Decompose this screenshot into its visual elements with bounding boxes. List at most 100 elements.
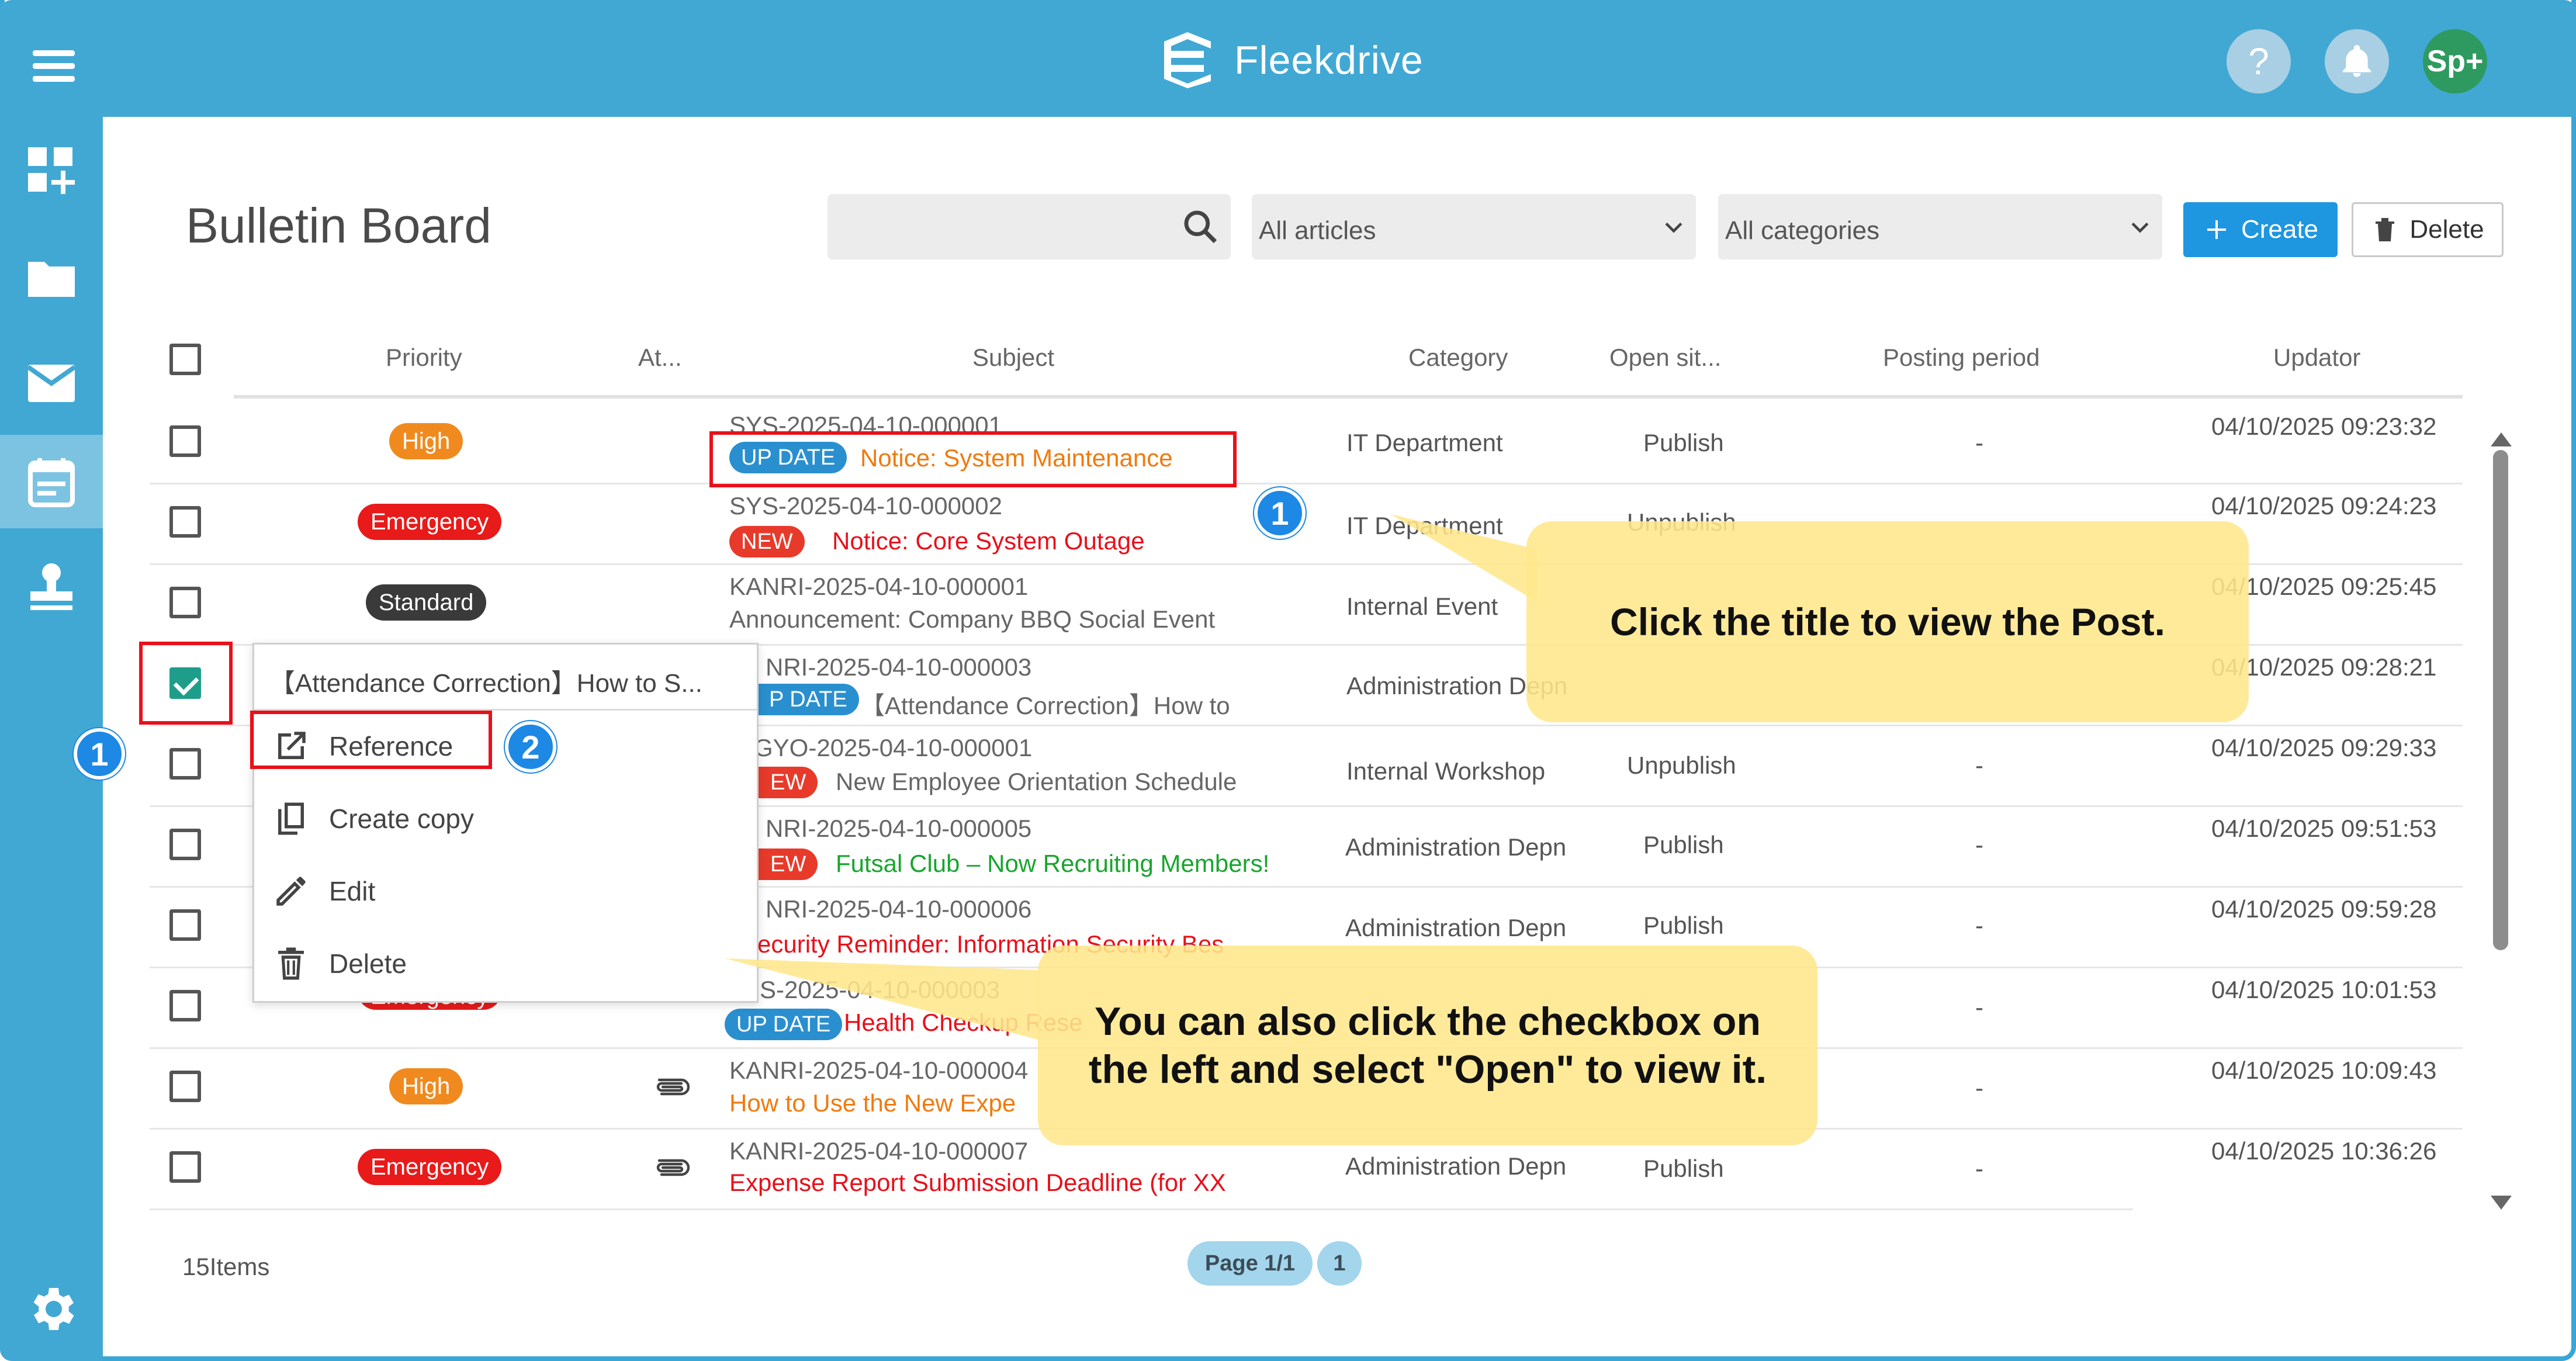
sidebar-item-approval[interactable]: [0, 540, 103, 633]
post-subject-link[interactable]: Expense Report Submission Deadline (for …: [729, 1169, 1226, 1197]
row-checkbox[interactable]: [169, 425, 201, 457]
scroll-down-arrow-icon[interactable]: [2491, 1196, 2512, 1210]
category-filter-value: All categories: [1725, 216, 1880, 245]
menu-item-create-copy[interactable]: Create copy: [272, 795, 474, 842]
callout-pointer: [725, 958, 1040, 1040]
notification-button[interactable]: [2325, 29, 2389, 93]
post-subject-link[interactable]: 【Attendance Correction】How to: [860, 686, 1230, 722]
column-header-subject[interactable]: Subject: [972, 344, 1054, 372]
sidebar-item-bulletin[interactable]: [0, 435, 103, 528]
article-filter-select[interactable]: All articles: [1252, 194, 1696, 259]
page-number-button[interactable]: 1: [1317, 1241, 1362, 1286]
updated-at-cell: 04/10/2025 09:23:32: [2211, 413, 2437, 440]
copy-icon: [278, 802, 304, 835]
stamp-icon: [30, 563, 72, 610]
row-checkbox[interactable]: [169, 587, 201, 618]
folder-icon: [28, 262, 75, 297]
open-status-cell: Unpublish: [1627, 752, 1736, 779]
post-subject-link[interactable]: Notice: Core System Outage: [832, 527, 1145, 555]
posting-period-cell: -: [1975, 1074, 1983, 1102]
context-menu-title: 【Attendance Correction】How to S...: [269, 669, 702, 698]
category-filter-select[interactable]: All categories: [1718, 194, 2162, 259]
search-input[interactable]: [827, 194, 1231, 259]
menu-item-delete[interactable]: Delete: [272, 940, 407, 987]
scrollbar-thumb[interactable]: [2493, 450, 2508, 950]
updated-at-cell: 04/10/2025 09:24:23: [2211, 492, 2437, 520]
paperclip-icon[interactable]: [651, 1076, 690, 1097]
mail-icon: [26, 365, 77, 402]
step-marker: 1: [74, 728, 125, 780]
step-marker: 2: [505, 721, 556, 773]
posting-period-cell: -: [1975, 429, 1983, 456]
column-header-priority[interactable]: Priority: [386, 344, 462, 372]
sidebar-item-mail[interactable]: [0, 337, 103, 430]
hamburger-menu-icon[interactable]: [33, 50, 75, 82]
post-code: NRI-2025-04-10-000003: [766, 653, 1032, 681]
dashboard-add-icon: [28, 147, 75, 194]
column-header-attachment[interactable]: At...: [638, 344, 682, 372]
row-checkbox[interactable]: [169, 506, 201, 538]
page-title: Bulletin Board: [186, 198, 491, 253]
scroll-up-arrow-icon[interactable]: [2491, 432, 2512, 446]
post-subject-link[interactable]: How to Use the New Expe: [729, 1089, 1016, 1117]
column-header-posting-period[interactable]: Posting period: [1883, 344, 2040, 372]
delete-button-label: Delete: [2409, 215, 2484, 244]
new-tag: EW: [759, 767, 818, 798]
category-cell: Administration Depn: [1345, 1152, 1567, 1180]
column-header-updator[interactable]: Updator: [2273, 344, 2360, 372]
column-header-category[interactable]: Category: [1408, 344, 1508, 372]
plus-icon: [2207, 220, 2226, 239]
row-checkbox[interactable]: [169, 909, 201, 941]
search-icon[interactable]: [1180, 207, 1220, 247]
row-checkbox[interactable]: [169, 748, 201, 780]
sidebar-item-dashboard[interactable]: [0, 124, 103, 217]
row-checkbox[interactable]: [169, 1151, 201, 1183]
post-subject-link[interactable]: New Employee Orientation Schedule: [836, 768, 1237, 796]
sidebar-item-settings[interactable]: [0, 1262, 103, 1356]
posting-period-cell: -: [1975, 831, 1983, 858]
search-field[interactable]: [827, 194, 1231, 259]
row-context-menu: 【Attendance Correction】How to S... Refer…: [252, 643, 759, 1003]
menu-item-edit[interactable]: Edit: [272, 868, 375, 915]
reference-highlight-box: [250, 711, 492, 769]
paperclip-icon[interactable]: [651, 1157, 690, 1178]
sidebar-item-folders[interactable]: [0, 231, 103, 325]
create-button-label: Create: [2241, 215, 2319, 244]
posting-period-cell: -: [1975, 1155, 1983, 1182]
title-hint-text: Click the title to view the Post.: [1610, 600, 2165, 643]
category-cell: Administration Depn: [1345, 833, 1567, 861]
update-tag: P DATE: [757, 684, 859, 715]
bell-icon: [2343, 45, 2371, 77]
trash-icon: [2376, 218, 2395, 241]
open-status-cell: Publish: [1643, 429, 1724, 456]
post-code: GYO-2025-04-10-000001: [754, 734, 1033, 761]
create-button[interactable]: Create: [2183, 202, 2338, 257]
gear-icon: [33, 1288, 74, 1330]
article-filter-value: All articles: [1259, 216, 1376, 245]
menu-item-label: Create copy: [329, 804, 475, 834]
row-checkbox[interactable]: [169, 1071, 201, 1102]
post-subject-link[interactable]: Announcement: Company BBQ Social Event: [729, 605, 1215, 633]
header-divider: [234, 395, 2463, 399]
fleekdrive-logo-icon: [1164, 32, 1211, 88]
row-divider: [150, 1208, 2133, 1210]
new-tag: EW: [759, 849, 818, 880]
table-scrollbar[interactable]: [2491, 432, 2512, 1210]
post-code: KANRI-2025-04-10-000001: [729, 573, 1029, 600]
delete-button[interactable]: Delete: [2352, 202, 2504, 257]
updated-at-cell: 04/10/2025 09:29:33: [2211, 734, 2437, 761]
row-checkbox[interactable]: [169, 990, 201, 1021]
post-subject-link[interactable]: Futsal Club – Now Recruiting Members!: [836, 850, 1269, 878]
help-button[interactable]: ?: [2227, 29, 2291, 93]
post-code: KANRI-2025-04-10-000007: [729, 1137, 1029, 1165]
column-header-open-status[interactable]: Open sit...: [1609, 344, 1721, 372]
help-icon: ?: [2248, 40, 2269, 82]
user-avatar[interactable]: Sp+: [2423, 29, 2487, 93]
row-divider: [150, 483, 2463, 484]
row-checkbox[interactable]: [169, 829, 201, 860]
chevron-down-icon: [1665, 222, 1682, 233]
select-all-checkbox[interactable]: [169, 344, 201, 375]
priority-badge-emergency: Emergency: [358, 504, 502, 540]
trash-icon: [278, 947, 304, 980]
open-status-cell: Publish: [1643, 912, 1724, 939]
